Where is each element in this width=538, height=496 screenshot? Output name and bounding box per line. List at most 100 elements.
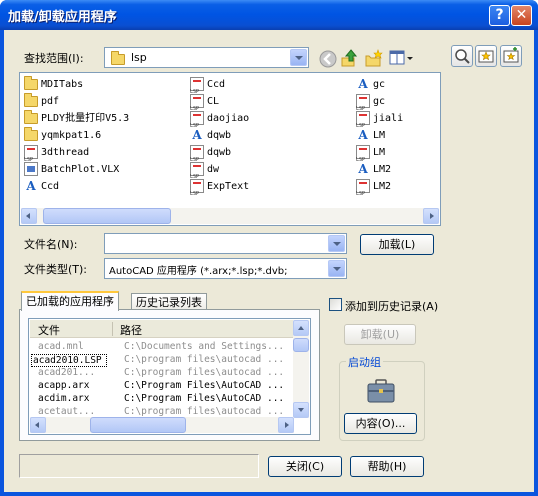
dialog-window: 加载/卸载应用程序 ? ✕ 查找范围(I): lsp MDITabs pdf P… bbox=[0, 0, 538, 496]
tab-loaded-apps[interactable]: 已加载的应用程序 bbox=[21, 291, 119, 311]
table-row[interactable]: acad201... C:\program files\autocad ... bbox=[30, 367, 293, 380]
lookin-combo[interactable]: lsp bbox=[104, 47, 309, 68]
file-item[interactable]: LM bbox=[356, 145, 386, 168]
file-item-label: yqmkpat1.6 bbox=[41, 130, 102, 141]
file-item-label: MDITabs bbox=[41, 79, 84, 90]
close-title-button[interactable]: ✕ bbox=[511, 5, 532, 26]
scroll-thumb[interactable] bbox=[90, 417, 186, 433]
back-icon[interactable] bbox=[318, 49, 338, 69]
file-item[interactable]: CL bbox=[190, 94, 220, 117]
chevron-down-icon[interactable] bbox=[290, 49, 307, 66]
file-item[interactable]: dw bbox=[190, 162, 219, 185]
file-item[interactable]: PLDY批量打印V5.3 bbox=[24, 109, 130, 127]
briefcase-icon bbox=[367, 379, 395, 403]
filename-combo[interactable] bbox=[104, 233, 347, 254]
lsp-icon bbox=[190, 179, 204, 202]
lookin-value: lsp bbox=[131, 51, 147, 64]
title-bar[interactable]: 加载/卸载应用程序 ? ✕ bbox=[0, 0, 538, 30]
filetype-combo[interactable]: AutoCAD 应用程序 (*.arx;*.lsp;*.dvb; bbox=[104, 258, 347, 279]
lsp-icon bbox=[356, 111, 370, 134]
status-bar bbox=[19, 454, 259, 478]
file-item-label: Ccd bbox=[41, 181, 60, 192]
horizontal-scrollbar[interactable] bbox=[30, 417, 294, 433]
help-button[interactable]: 帮助(H) bbox=[350, 456, 424, 477]
scroll-down-icon[interactable] bbox=[293, 402, 309, 418]
dialog-title: 加载/卸载应用程序 bbox=[8, 10, 117, 25]
favorites-button[interactable] bbox=[475, 45, 497, 67]
file-item[interactable]: LM2 bbox=[356, 179, 391, 202]
autocad-icon: A bbox=[192, 128, 202, 142]
add-favorite-button[interactable] bbox=[500, 45, 522, 67]
file-item-label: PLDY批量打印V5.3 bbox=[41, 113, 130, 124]
file-item[interactable]: jiali bbox=[356, 111, 403, 134]
startup-group-label: 启动组 bbox=[346, 354, 383, 370]
table-cell-path: C:\program files\autocad ... bbox=[124, 406, 285, 417]
file-item[interactable]: yqmkpat1.6 bbox=[24, 126, 102, 144]
file-item[interactable]: daojiao bbox=[190, 111, 249, 134]
file-item[interactable]: MDITabs bbox=[24, 75, 84, 93]
vertical-scrollbar[interactable] bbox=[293, 320, 309, 418]
file-item[interactable]: A LM2 bbox=[356, 162, 391, 178]
table-cell-path: C:\Documents and Settings... bbox=[124, 341, 285, 352]
lsp-icon bbox=[190, 111, 204, 134]
file-item[interactable]: BatchPlot.VLX bbox=[24, 162, 119, 178]
file-item-label: LM2 bbox=[373, 164, 392, 175]
folder-icon bbox=[24, 92, 38, 107]
table-cell-file: acetaut... bbox=[38, 406, 96, 417]
file-item[interactable]: dqwb bbox=[190, 145, 232, 168]
file-item[interactable]: Ccd bbox=[190, 77, 226, 100]
column-file[interactable]: 文件 bbox=[38, 322, 60, 338]
star-icon bbox=[478, 50, 494, 63]
table-cell-file: acad201... bbox=[38, 367, 96, 378]
folder-icon bbox=[24, 75, 38, 90]
up-folder-icon[interactable] bbox=[340, 48, 360, 68]
scroll-thumb[interactable] bbox=[43, 208, 171, 224]
contents-button[interactable]: 内容(O)... bbox=[344, 413, 417, 434]
scroll-left-icon[interactable] bbox=[21, 208, 37, 224]
chevron-down-icon[interactable] bbox=[328, 235, 345, 252]
column-path[interactable]: 路径 bbox=[120, 322, 142, 338]
table-cell-path: C:\Program Files\AutoCAD ... bbox=[124, 393, 285, 404]
file-list[interactable]: MDITabs pdf PLDY批量打印V5.3 yqmkpat1.6 3dthread… bbox=[19, 72, 441, 226]
autocad-icon: A bbox=[26, 179, 36, 193]
scroll-right-icon[interactable] bbox=[278, 417, 294, 433]
file-item-label: LM bbox=[373, 147, 386, 158]
file-item-label: Ccd bbox=[207, 79, 226, 90]
scroll-right-icon[interactable] bbox=[423, 208, 439, 224]
file-item[interactable]: Agc bbox=[356, 77, 385, 93]
file-item-label: LM bbox=[373, 130, 386, 141]
file-item[interactable]: 3dthread bbox=[24, 145, 89, 168]
new-folder-icon[interactable] bbox=[364, 48, 384, 68]
horizontal-scrollbar[interactable] bbox=[21, 208, 439, 224]
file-item[interactable]: Adqwb bbox=[190, 128, 231, 144]
close-button[interactable]: 关闭(C) bbox=[268, 456, 342, 477]
lsp-icon bbox=[356, 179, 370, 202]
file-item[interactable]: pdf bbox=[24, 92, 59, 110]
magnifier-icon bbox=[455, 49, 470, 64]
table-cell-file: acad2010.LSP bbox=[31, 354, 107, 367]
file-item[interactable]: A Ccd bbox=[24, 179, 59, 195]
loaded-apps-table[interactable]: 文件 路径 acad.mnl C:\Documents and Settings.… bbox=[28, 318, 311, 435]
table-row[interactable]: acad.mnl C:\Documents and Settings... bbox=[30, 341, 293, 354]
load-button[interactable]: 加载(L) bbox=[360, 234, 434, 255]
file-item-label: CL bbox=[207, 96, 220, 107]
unload-button[interactable]: 卸载(U) bbox=[344, 324, 416, 345]
table-row[interactable]: acapp.arx C:\Program Files\AutoCAD ... bbox=[30, 380, 293, 393]
scroll-up-icon[interactable] bbox=[293, 320, 309, 336]
file-item[interactable]: A LM bbox=[356, 128, 385, 144]
add-history-checkbox[interactable] bbox=[329, 298, 342, 311]
table-row[interactable]: acdim.arx C:\Program Files\AutoCAD ... bbox=[30, 393, 293, 406]
find-file-button[interactable] bbox=[451, 45, 473, 67]
table-cell-file: acad.mnl bbox=[38, 341, 84, 352]
lsp-icon bbox=[356, 94, 370, 117]
scroll-left-icon[interactable] bbox=[30, 417, 46, 433]
file-item[interactable]: gc bbox=[356, 94, 385, 117]
chevron-down-icon[interactable] bbox=[328, 260, 345, 277]
help-title-button[interactable]: ? bbox=[489, 5, 510, 26]
file-item-label: gc bbox=[373, 79, 386, 90]
view-menu-icon[interactable] bbox=[388, 48, 414, 68]
file-item-label: dqwb bbox=[207, 147, 232, 158]
scroll-thumb[interactable] bbox=[293, 338, 309, 352]
table-row[interactable]: acad2010.LSP C:\program files\autocad ... bbox=[30, 354, 293, 367]
file-item[interactable]: ExpText bbox=[190, 179, 249, 202]
